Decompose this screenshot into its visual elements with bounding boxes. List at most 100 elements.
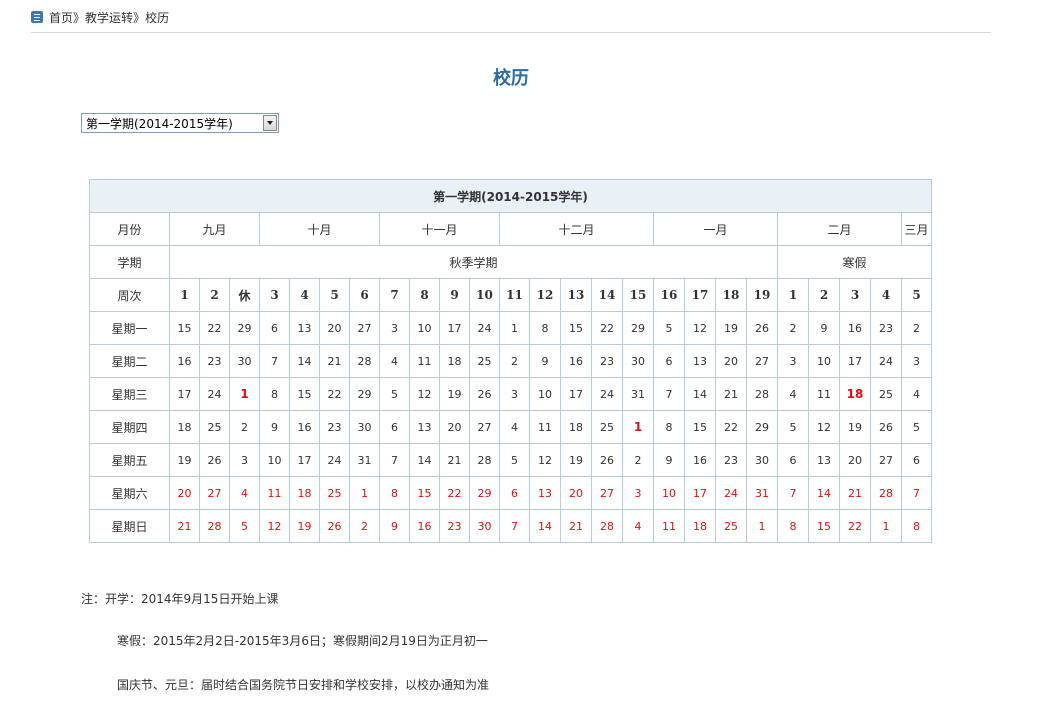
date-cell: 9 xyxy=(529,344,561,378)
date-cell: 8 xyxy=(379,476,410,510)
date-cell: 10 xyxy=(259,443,290,477)
date-cell: 11 xyxy=(653,509,685,543)
week-number: 9 xyxy=(439,278,470,312)
date-cell: 21 xyxy=(560,509,592,543)
week-number: 1 xyxy=(169,278,200,312)
date-cell: 29 xyxy=(746,410,778,444)
date-cell: 1 xyxy=(499,311,530,345)
date-cell: 7 xyxy=(499,509,530,543)
date-cell: 25 xyxy=(715,509,747,543)
date-cell: 2 xyxy=(777,311,809,345)
date-cell: 24 xyxy=(469,311,500,345)
date-cell: 22 xyxy=(319,377,350,411)
date-cell: 18 xyxy=(439,344,470,378)
date-cell: 14 xyxy=(808,476,840,510)
breadcrumb-home-link[interactable]: 首页 xyxy=(49,9,73,26)
date-cell: 5 xyxy=(901,410,932,444)
date-cell: 25 xyxy=(591,410,623,444)
date-cell: 4 xyxy=(499,410,530,444)
date-cell: 10 xyxy=(653,476,685,510)
week-number: 3 xyxy=(839,278,871,312)
date-cell: 24 xyxy=(199,377,230,411)
date-cell: 16 xyxy=(289,410,320,444)
date-cell: 6 xyxy=(901,443,932,477)
date-cell: 19 xyxy=(169,443,200,477)
breadcrumb: 首页 》 教学运转 》 校历 xyxy=(31,8,169,26)
semester-select[interactable]: 第一学期(2014-2015学年) xyxy=(81,113,279,133)
date-cell: 24 xyxy=(715,476,747,510)
date-cell: 10 xyxy=(808,344,840,378)
date-cell: 1 xyxy=(349,476,380,510)
week-number: 4 xyxy=(870,278,902,312)
weekday-label: 星期四 xyxy=(89,410,170,444)
date-cell: 23 xyxy=(199,344,230,378)
date-cell: 3 xyxy=(622,476,654,510)
date-cell: 15 xyxy=(289,377,320,411)
date-cell: 15 xyxy=(808,509,840,543)
date-cell: 27 xyxy=(349,311,380,345)
date-cell: 19 xyxy=(715,311,747,345)
date-cell: 20 xyxy=(319,311,350,345)
date-cell: 26 xyxy=(591,443,623,477)
week-number: 17 xyxy=(684,278,716,312)
week-row-label: 周次 xyxy=(89,278,170,312)
date-cell: 28 xyxy=(591,509,623,543)
date-cell: 17 xyxy=(169,377,200,411)
date-cell: 18 xyxy=(839,377,871,411)
week-number: 7 xyxy=(379,278,410,312)
date-cell: 23 xyxy=(870,311,902,345)
date-cell: 11 xyxy=(529,410,561,444)
date-cell: 5 xyxy=(777,410,809,444)
date-cell: 9 xyxy=(808,311,840,345)
term-row-label: 学期 xyxy=(89,245,170,279)
date-cell: 24 xyxy=(870,344,902,378)
date-cell: 13 xyxy=(529,476,561,510)
date-cell: 9 xyxy=(653,443,685,477)
date-cell: 18 xyxy=(684,509,716,543)
weekday-label: 星期六 xyxy=(89,476,170,510)
chevron-down-icon[interactable] xyxy=(263,115,277,131)
date-cell: 28 xyxy=(746,377,778,411)
date-cell: 19 xyxy=(560,443,592,477)
date-cell: 1 xyxy=(229,377,260,411)
date-cell: 5 xyxy=(653,311,685,345)
date-cell: 17 xyxy=(439,311,470,345)
date-cell: 30 xyxy=(229,344,260,378)
date-cell: 29 xyxy=(469,476,500,510)
date-cell: 27 xyxy=(870,443,902,477)
month-row-label: 月份 xyxy=(89,212,170,246)
date-cell: 4 xyxy=(622,509,654,543)
month-cell: 一月 xyxy=(653,212,778,246)
week-number: 5 xyxy=(901,278,932,312)
date-cell: 3 xyxy=(901,344,932,378)
table-row: 星期一 15 22 29 6 13 20 27 3 10 17 24 1 8 15 22 29 5 12 19 26 2 9… xyxy=(89,311,932,345)
semester-select-value: 第一学期(2014-2015学年) xyxy=(86,116,233,131)
date-cell: 9 xyxy=(259,410,290,444)
month-cell: 十二月 xyxy=(499,212,654,246)
date-cell: 16 xyxy=(409,509,440,543)
date-cell: 28 xyxy=(349,344,380,378)
date-cell: 2 xyxy=(499,344,530,378)
table-row: 星期五 19 26 3 10 17 24 31 7 14 21 28 5 12 19 26 2 9 16 23 30 6 1… xyxy=(89,443,932,477)
date-cell: 14 xyxy=(684,377,716,411)
weekday-label: 星期一 xyxy=(89,311,170,345)
note-start: 注：开学：2014年9月15日开始上课 xyxy=(81,592,279,606)
date-cell: 23 xyxy=(439,509,470,543)
week-number: 5 xyxy=(319,278,350,312)
date-cell: 17 xyxy=(289,443,320,477)
date-cell: 12 xyxy=(409,377,440,411)
date-cell: 10 xyxy=(529,377,561,411)
date-cell: 19 xyxy=(839,410,871,444)
date-cell: 29 xyxy=(229,311,260,345)
week-number: 13 xyxy=(560,278,592,312)
date-cell: 16 xyxy=(684,443,716,477)
month-cell: 三月 xyxy=(901,212,932,246)
date-cell: 18 xyxy=(289,476,320,510)
date-cell: 20 xyxy=(169,476,200,510)
date-cell: 8 xyxy=(777,509,809,543)
breadcrumb-teaching-link[interactable]: 教学运转 xyxy=(85,9,133,26)
date-cell: 12 xyxy=(808,410,840,444)
date-cell: 23 xyxy=(591,344,623,378)
date-cell: 15 xyxy=(684,410,716,444)
date-cell: 15 xyxy=(169,311,200,345)
